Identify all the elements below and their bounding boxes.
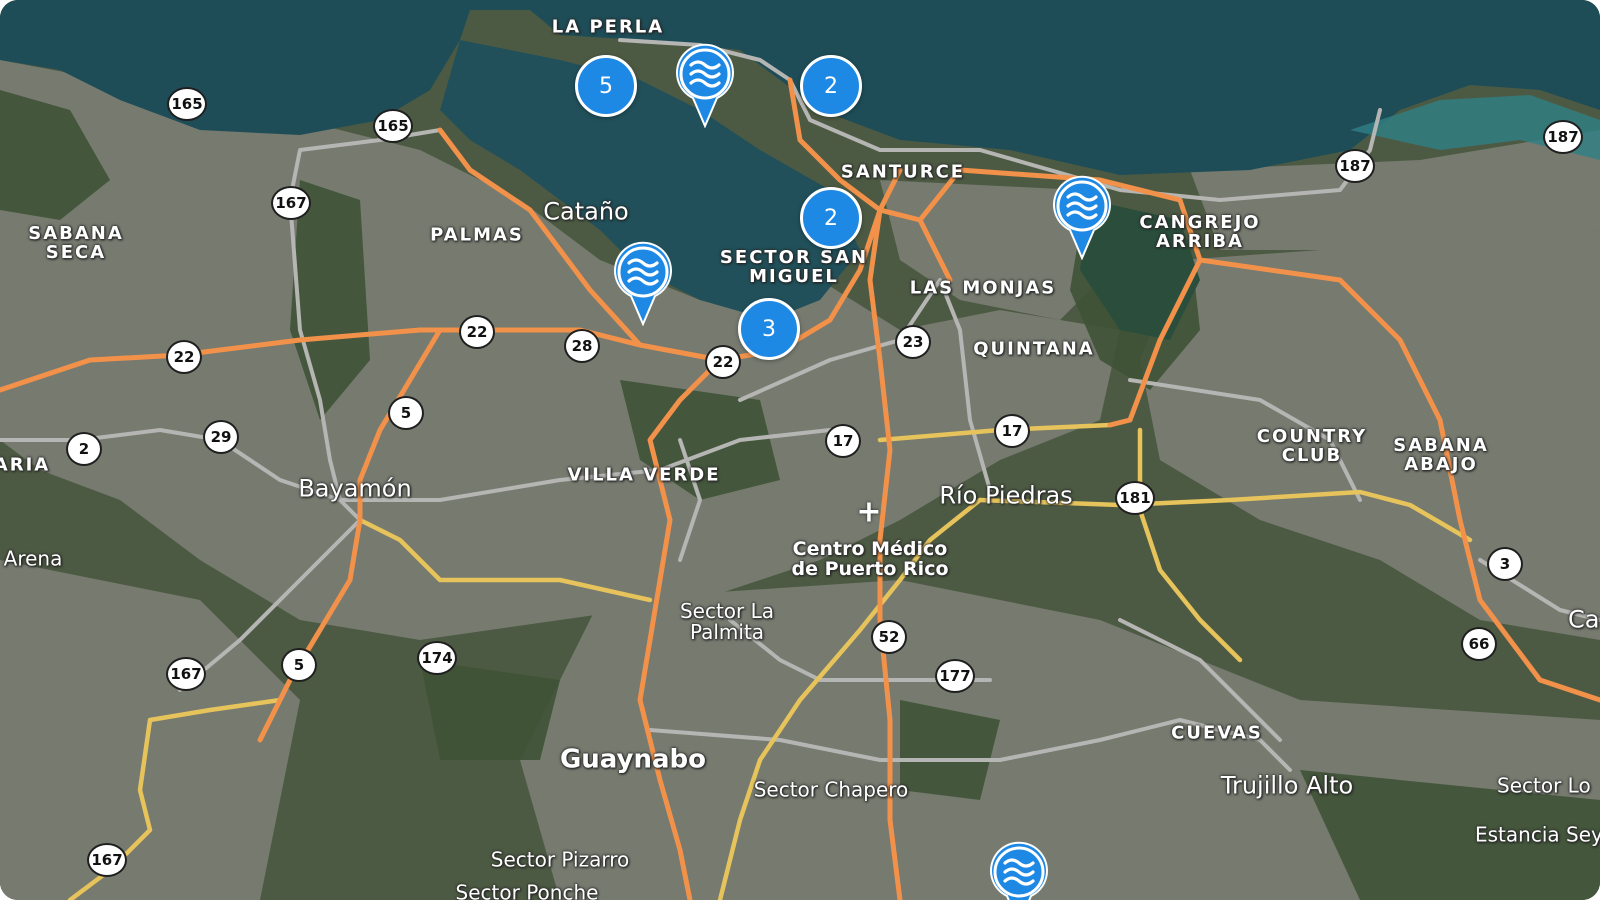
route-shield: 29 <box>203 420 239 454</box>
area-label-sabana-seca: SABANA SECA <box>28 223 124 263</box>
city-label-carolina: Carol <box>1568 605 1600 634</box>
route-shield: 23 <box>895 325 931 359</box>
city-label-trujillo-alto: Trujillo Alto <box>1220 771 1354 800</box>
route-shield: 165 <box>167 87 207 121</box>
sector-label-chapero: Sector Chapero <box>753 777 909 802</box>
route-shield: 167 <box>87 843 127 877</box>
route-shield: 174 <box>417 641 457 675</box>
city-label-guaynabo: Guaynabo <box>559 744 707 775</box>
sector-label-la-palmita: Sector La Palmita <box>679 599 775 644</box>
map-view[interactable]: LA PERLA SANTURCE CANGREJO ARRIBA SABANA… <box>0 0 1600 900</box>
route-shield: 17 <box>994 414 1030 448</box>
route-shield: 5 <box>388 396 424 430</box>
area-label-santurce: SANTURCE <box>840 161 966 183</box>
route-shield: 187 <box>1543 120 1583 154</box>
marker-cluster[interactable]: 2 <box>800 187 862 249</box>
route-shield: 177 <box>935 659 975 693</box>
city-label-catano: Cataño <box>543 197 629 226</box>
water-waves-icon <box>676 43 734 128</box>
route-shield: 22 <box>459 315 495 349</box>
water-pin-marker[interactable] <box>613 240 673 326</box>
route-shield: 165 <box>373 109 413 143</box>
area-label-cuevas: CUEVAS <box>1171 722 1263 744</box>
hospital-plus-icon[interactable]: + <box>856 495 881 530</box>
route-shield: 167 <box>166 657 206 691</box>
water-pin-marker[interactable] <box>675 42 735 128</box>
area-label-country-club: COUNTRY CLUB <box>1256 426 1368 466</box>
route-shield: 52 <box>871 620 907 654</box>
area-label-las-monjas: LAS MONJAS <box>909 277 1057 299</box>
area-label-quintana: QUINTANA <box>973 338 1095 360</box>
sector-label-arena: Arena <box>3 546 63 571</box>
route-shield: 17 <box>825 424 861 458</box>
water-waves-icon <box>990 841 1048 900</box>
marker-cluster[interactable]: 3 <box>738 298 800 360</box>
sector-label-pizarro: Sector Pizarro <box>490 847 630 872</box>
route-shield: 3 <box>1487 547 1523 581</box>
marker-cluster[interactable]: 5 <box>575 55 637 117</box>
route-shield: 22 <box>705 345 741 379</box>
area-label-la-perla: LA PERLA <box>551 16 665 38</box>
route-shield: 5 <box>281 648 317 682</box>
water-waves-icon <box>1053 175 1111 260</box>
city-label-bayamon: Bayamón <box>298 474 412 503</box>
sector-label-lo: Sector Lo <box>1497 773 1591 798</box>
area-label-palmas: PALMAS <box>430 224 524 246</box>
area-label-sector-san-miguel: SECTOR SAN MIGUEL <box>719 247 869 287</box>
route-shield: 2 <box>66 432 102 466</box>
route-shield: 167 <box>271 186 311 220</box>
area-label-sabana-abajo: SABANA ABAJO <box>1393 435 1489 475</box>
water-pin-marker[interactable] <box>1052 174 1112 260</box>
route-shield: 22 <box>166 340 202 374</box>
route-shield: 66 <box>1461 627 1497 661</box>
route-shield: 181 <box>1115 481 1155 515</box>
route-shield: 187 <box>1335 149 1375 183</box>
area-label-cangrejo-arriba: CANGREJO ARRIBA <box>1139 212 1261 252</box>
sector-label-estancia: Estancia Sey <box>1475 822 1600 847</box>
area-label-aria: ARIA <box>0 454 51 476</box>
poi-label-centro-medico[interactable]: Centro Médico de Puerto Rico <box>791 539 948 580</box>
area-label-villa-verde: VILLA VERDE <box>567 464 721 486</box>
route-shield: 28 <box>564 329 600 363</box>
sector-label-ponche: Sector Ponche <box>455 880 599 900</box>
city-label-rio-piedras: Río Piedras <box>939 481 1073 510</box>
marker-cluster[interactable]: 2 <box>800 55 862 117</box>
water-pin-marker[interactable] <box>989 840 1049 900</box>
water-waves-icon <box>614 241 672 326</box>
